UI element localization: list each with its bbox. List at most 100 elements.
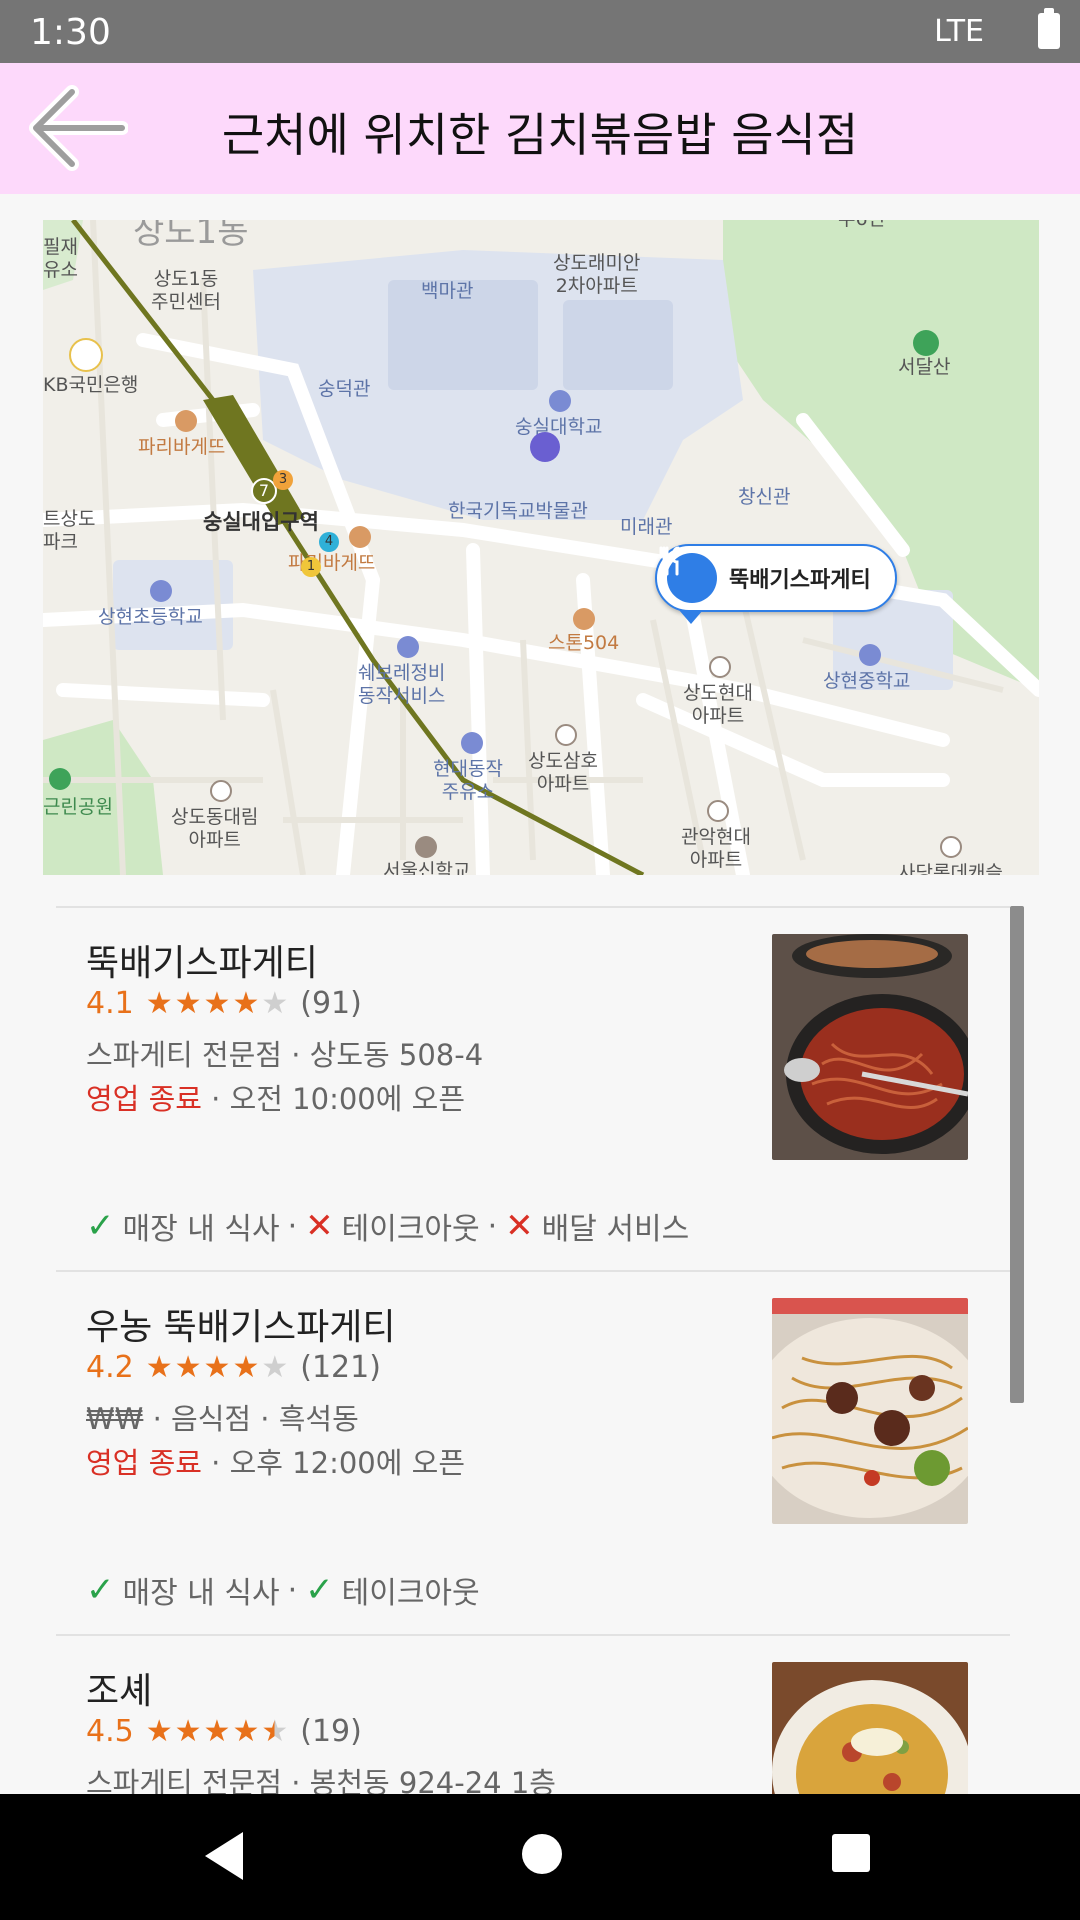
map-label: 상도삼호 아파트 bbox=[528, 750, 598, 795]
rating-value: 4.2 bbox=[86, 1350, 134, 1385]
opening-time: · 오후 12:00에 오픈 bbox=[201, 1446, 466, 1480]
category-address-text: 스파게티 전문점 · 봉천동 924-24 1층 bbox=[86, 1766, 556, 1794]
apartment-icon bbox=[940, 836, 962, 858]
check-icon: ✓ bbox=[86, 1570, 115, 1610]
map-label: 서울신학교 bbox=[383, 860, 471, 875]
restaurant-icon bbox=[175, 410, 197, 432]
result-card[interactable]: 조셰 4.5 ★ ★ ★ ★ ★ (19) 스파게티 전문점 · 봉천동 924-24 … bbox=[56, 1636, 1010, 1794]
open-status: 영업 종료 bbox=[86, 1082, 202, 1116]
spaghetti-hotpot-photo[interactable] bbox=[772, 934, 968, 1160]
network-indicator: LTE bbox=[934, 14, 984, 49]
map-label: 근린공원 bbox=[43, 796, 113, 818]
map-label: 현대동작 주유소 bbox=[433, 758, 503, 803]
map-label: 백마관 bbox=[421, 280, 474, 302]
review-count: (121) bbox=[300, 1350, 381, 1385]
line-badge: 7 bbox=[258, 481, 270, 500]
star-icon: ★ bbox=[261, 1349, 289, 1385]
line-badge: 4 bbox=[324, 534, 334, 549]
park-icon bbox=[49, 768, 71, 790]
hours-line: 영업 종료 · 오후 12:00에 오픈 bbox=[86, 1440, 465, 1482]
category-address-text: · 음식점 · 흑석동 bbox=[143, 1402, 359, 1436]
gas-station-icon bbox=[461, 732, 483, 754]
result-name: 뚝배기스파게티 bbox=[86, 943, 318, 984]
result-name: 우농 뚝배기스파게티 bbox=[86, 1307, 396, 1348]
star-icon: ★ bbox=[174, 985, 202, 1021]
map-label: 상도동대림 아파트 bbox=[171, 806, 259, 851]
apartment-icon bbox=[555, 724, 577, 746]
map-view[interactable]: 상도1동 필재 유소 상도1동 주민센터 우6번 상도래미안 2차아파트 백마관… bbox=[43, 220, 1039, 875]
result-name: 조셰 bbox=[86, 1671, 153, 1712]
rating-row: 4.2 ★ ★ ★ ★ ★ (121) bbox=[86, 1350, 381, 1385]
map-label: 숭실대학교 bbox=[515, 416, 603, 438]
map-pin-result[interactable]: 뚝배기스파게티 bbox=[655, 544, 897, 624]
map-label: 쉐보레정비 동작서비스 bbox=[358, 662, 446, 707]
map-label: 상도1동 주민센터 bbox=[151, 268, 221, 313]
check-icon: ✓ bbox=[305, 1570, 334, 1610]
star-rating: ★ ★ ★ ★ ★ bbox=[145, 1349, 289, 1385]
bank-icon bbox=[69, 338, 103, 372]
map-label: 숭실대입구역 bbox=[203, 510, 319, 534]
map-label: 관악현대 아파트 bbox=[681, 826, 751, 871]
star-icon: ★ bbox=[174, 1349, 202, 1385]
star-icon: ★ bbox=[203, 985, 231, 1021]
service-options: ✓ 매장 내 식사 · ✓ 테이크아웃 bbox=[86, 1568, 480, 1612]
car-service-icon bbox=[397, 636, 419, 658]
map-pin-label: 뚝배기스파게티 bbox=[729, 568, 871, 593]
map-label: 한국기독교박물관 bbox=[448, 500, 588, 522]
map-label: 사당롯데캐슬 bbox=[898, 862, 1003, 875]
mountain-icon bbox=[913, 330, 939, 356]
hours-line: 영업 종료 · 오전 10:00에 오픈 bbox=[86, 1076, 465, 1118]
result-card[interactable]: 우농 뚝배기스파게티 4.2 ★ ★ ★ ★ ★ (121) ₩₩ · 음식점 · 흑석… bbox=[56, 1272, 1010, 1636]
status-bar: 1:30 LTE bbox=[0, 0, 1080, 63]
separator: · bbox=[287, 1208, 298, 1244]
price-level: ₩₩ bbox=[86, 1402, 144, 1436]
map-label: 필재 유소 bbox=[43, 236, 78, 281]
subway-badge-4: 4 bbox=[319, 532, 339, 552]
star-icon: ★ bbox=[174, 1713, 202, 1749]
result-card[interactable]: 뚝배기스파게티 4.1 ★ ★ ★ ★ ★ (91) 스파게티 전문점 · 상도동 50… bbox=[56, 908, 1010, 1272]
check-icon: ✓ bbox=[86, 1206, 115, 1246]
map-label: 상도1동 bbox=[133, 220, 249, 252]
status-time: 1:30 bbox=[30, 12, 111, 53]
page-title: 근처에 위치한 김치볶음밥 음식점 bbox=[221, 108, 859, 162]
restaurant-icon bbox=[659, 546, 717, 603]
category-address: 스파게티 전문점 · 상도동 508-4 bbox=[86, 1032, 483, 1074]
map-label: 우6번 bbox=[838, 220, 885, 231]
rating-value: 4.5 bbox=[86, 1714, 134, 1749]
open-status: 영업 종료 bbox=[86, 1446, 202, 1480]
restaurant-icon bbox=[349, 526, 371, 548]
apartment-icon bbox=[709, 656, 731, 678]
results-list[interactable]: 뚝배기스파게티 4.1 ★ ★ ★ ★ ★ (91) 스파게티 전문점 · 상도동 50… bbox=[56, 906, 1010, 1794]
nav-home-icon[interactable] bbox=[522, 1834, 562, 1874]
map-label: 서달산 bbox=[898, 356, 951, 378]
nav-recents-icon[interactable] bbox=[832, 1834, 870, 1872]
school-icon bbox=[415, 836, 437, 858]
rating-value: 4.1 bbox=[86, 986, 134, 1021]
map-label: 상도현대 아파트 bbox=[683, 682, 753, 727]
spaghetti-plate-photo[interactable] bbox=[772, 1298, 968, 1524]
line-badge: 1 bbox=[306, 559, 316, 574]
map-label: 상현중학교 bbox=[823, 670, 911, 692]
map-label: 상도래미안 2차아파트 bbox=[553, 252, 641, 297]
fried-rice-photo[interactable] bbox=[772, 1662, 968, 1794]
separator: · bbox=[487, 1208, 498, 1244]
apartment-icon bbox=[210, 780, 232, 802]
category-address: ₩₩ · 음식점 · 흑석동 bbox=[86, 1396, 359, 1438]
apartment-icon bbox=[707, 800, 729, 822]
opening-time: · 오전 10:00에 오픈 bbox=[201, 1082, 466, 1116]
line-badge: 3 bbox=[278, 472, 288, 487]
star-icon: ★ bbox=[145, 1349, 173, 1385]
star-rating: ★ ★ ★ ★ ★ bbox=[146, 1713, 289, 1749]
cross-icon: ✕ bbox=[505, 1206, 534, 1246]
star-icon: ★ bbox=[203, 1713, 231, 1749]
school-icon bbox=[549, 390, 571, 412]
review-count: (91) bbox=[300, 986, 362, 1021]
cross-icon: ✕ bbox=[305, 1206, 334, 1246]
list-scrollbar[interactable] bbox=[1010, 906, 1024, 1403]
school-icon bbox=[859, 644, 881, 666]
subway-badge-1: 1 bbox=[301, 557, 321, 577]
star-icon: ★ bbox=[232, 1713, 260, 1749]
nav-back-icon[interactable] bbox=[205, 1832, 243, 1880]
service-label: 매장 내 식사 bbox=[122, 1212, 280, 1247]
restaurant-icon bbox=[573, 608, 595, 630]
